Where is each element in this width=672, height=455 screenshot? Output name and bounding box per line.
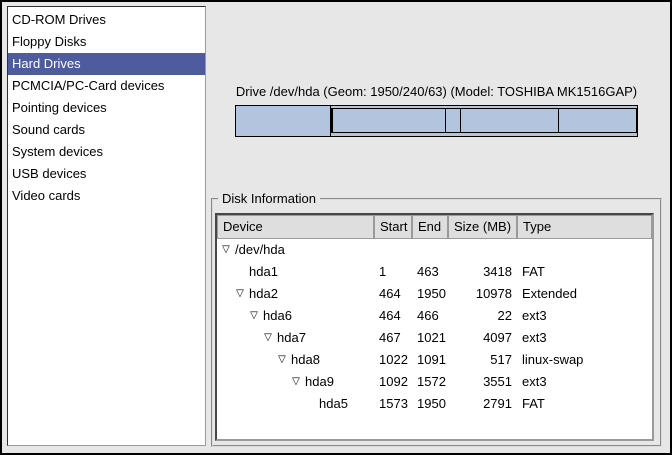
size-cell: 517 — [448, 349, 517, 371]
type-cell: linux-swap — [517, 349, 652, 371]
device-name: /dev/hda — [235, 239, 285, 261]
column-header-device[interactable]: Device — [217, 215, 374, 239]
partition-segment-hda1 — [236, 106, 331, 136]
expander-icon[interactable]: ▽ — [219, 239, 233, 261]
device-category-item[interactable]: PCMCIA/PC-Card devices — [8, 75, 205, 97]
size-cell: 4097 — [448, 327, 517, 349]
expander-icon[interactable]: ▽ — [233, 283, 247, 305]
start-cell: 467 — [374, 327, 412, 349]
device-name: hda6 — [263, 305, 292, 327]
device-category-item[interactable]: USB devices — [8, 163, 205, 185]
type-cell — [517, 239, 652, 261]
type-cell: ext3 — [517, 327, 652, 349]
start-cell: 1 — [374, 261, 412, 283]
partition-segment-hda9 — [461, 109, 559, 132]
device-category-item[interactable]: Sound cards — [8, 119, 205, 141]
device-name: hda8 — [291, 349, 320, 371]
device-category-item[interactable]: Video cards — [8, 185, 205, 207]
end-cell: 1091 — [412, 349, 448, 371]
size-cell: 22 — [448, 305, 517, 327]
column-header-size-mb[interactable]: Size (MB) — [448, 215, 517, 239]
partition-segment-hda5 — [559, 109, 636, 132]
table-row[interactable]: ▽hda7 46710214097ext3 — [217, 327, 652, 349]
size-cell: 3551 — [448, 371, 517, 393]
table-row[interactable]: ▽hda9 109215723551ext3 — [217, 371, 652, 393]
table-row[interactable]: hda5 157319502791FAT — [217, 393, 652, 415]
table-row[interactable]: ▽/dev/hda — [217, 239, 652, 261]
drive-geometry-label: Drive /dev/hda (Geom: 1950/240/63) (Mode… — [235, 84, 638, 101]
end-cell — [412, 239, 448, 261]
device-name: hda2 — [249, 283, 278, 305]
column-header-end[interactable]: End — [412, 215, 448, 239]
expander-icon[interactable]: ▽ — [261, 327, 275, 349]
end-cell: 1950 — [412, 283, 448, 305]
end-cell: 1950 — [412, 393, 448, 415]
expander-icon[interactable]: ▽ — [247, 305, 261, 327]
table-row[interactable]: ▽hda6 46446622ext3 — [217, 305, 652, 327]
start-cell: 1573 — [374, 393, 412, 415]
device-category-item[interactable]: Floppy Disks — [8, 31, 205, 53]
table-row[interactable]: ▽hda8 10221091517linux-swap — [217, 349, 652, 371]
disk-information-table[interactable]: DeviceStartEndSize (MB)Type ▽/dev/hdahda… — [215, 213, 654, 441]
disk-table-body: ▽/dev/hdahda114633418FAT▽hda246419501097… — [217, 239, 652, 415]
table-row[interactable]: ▽hda2 464195010978Extended — [217, 283, 652, 305]
type-cell: ext3 — [517, 305, 652, 327]
device-category-item[interactable]: Pointing devices — [8, 97, 205, 119]
device-category-list[interactable]: CD-ROM DrivesFloppy DisksHard DrivesPCMC… — [7, 6, 206, 446]
start-cell: 1022 — [374, 349, 412, 371]
type-cell: FAT — [517, 261, 652, 283]
device-name: hda5 — [319, 393, 348, 415]
device-name: hda7 — [277, 327, 306, 349]
size-cell: 2791 — [448, 393, 517, 415]
start-cell: 1092 — [374, 371, 412, 393]
end-cell: 466 — [412, 305, 448, 327]
disk-information-frame-label: Disk Information — [218, 191, 320, 207]
type-cell: ext3 — [517, 371, 652, 393]
partition-segment-hda7 — [333, 109, 446, 132]
type-cell: FAT — [517, 393, 652, 415]
column-header-type[interactable]: Type — [517, 215, 652, 239]
device-name: hda1 — [249, 261, 278, 283]
device-name: hda9 — [305, 371, 334, 393]
size-cell: 10978 — [448, 283, 517, 305]
extended-partition-hda2 — [331, 108, 637, 133]
device-category-item[interactable]: CD-ROM Drives — [8, 9, 205, 31]
size-cell — [448, 239, 517, 261]
end-cell: 1572 — [412, 371, 448, 393]
end-cell: 1021 — [412, 327, 448, 349]
device-category-item[interactable]: System devices — [8, 141, 205, 163]
end-cell: 463 — [412, 261, 448, 283]
start-cell: 464 — [374, 305, 412, 327]
disk-table-header: DeviceStartEndSize (MB)Type — [217, 215, 652, 239]
expander-icon[interactable]: ▽ — [275, 349, 289, 371]
disk-information-frame: Disk Information DeviceStartEndSize (MB)… — [211, 198, 662, 447]
partition-bar — [235, 105, 638, 137]
size-cell: 3418 — [448, 261, 517, 283]
device-category-item[interactable]: Hard Drives — [8, 53, 205, 75]
column-header-start[interactable]: Start — [374, 215, 412, 239]
hardware-browser-window: CD-ROM DrivesFloppy DisksHard DrivesPCMC… — [0, 0, 672, 455]
expander-icon[interactable]: ▽ — [289, 371, 303, 393]
start-cell — [374, 239, 412, 261]
partition-segment-hda8 — [446, 109, 460, 132]
table-row[interactable]: hda1 14633418FAT — [217, 261, 652, 283]
start-cell: 464 — [374, 283, 412, 305]
type-cell: Extended — [517, 283, 652, 305]
